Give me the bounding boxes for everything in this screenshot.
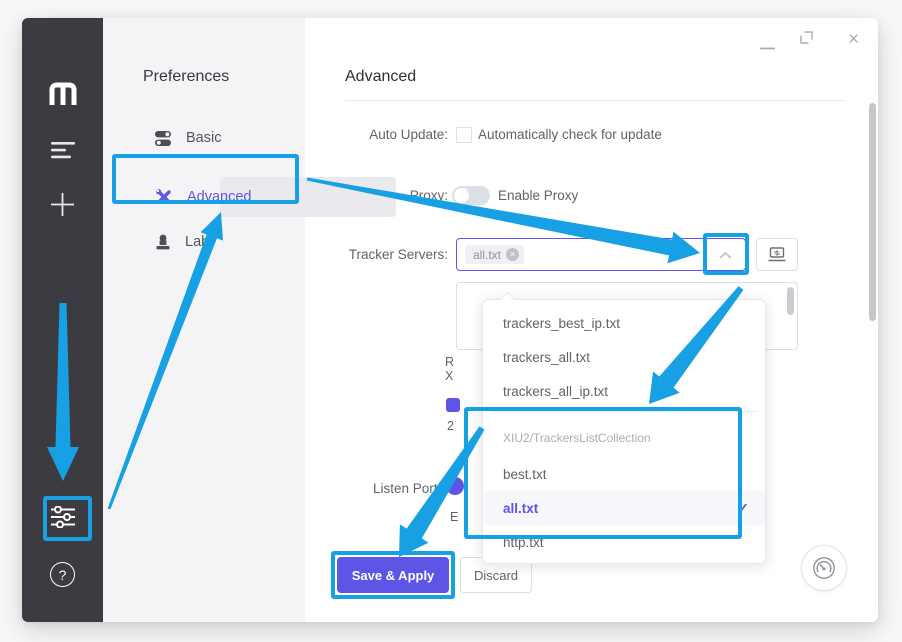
main-scrollbar[interactable] bbox=[869, 103, 876, 321]
proxy-toggle[interactable] bbox=[452, 186, 490, 205]
dropdown-option-selected[interactable]: all.txt ✓ bbox=[484, 491, 765, 525]
textarea-scrollbar[interactable] bbox=[787, 287, 794, 315]
hidden-checkbox-fragment bbox=[446, 398, 460, 412]
auto-update-label: Auto Update: bbox=[318, 127, 448, 142]
hidden-text-fragment: R bbox=[445, 355, 454, 369]
hidden-text-fragment: E bbox=[450, 510, 458, 524]
listen-ports-label: Listen Ports: bbox=[318, 481, 448, 496]
toggle-knob bbox=[454, 188, 469, 203]
task-list-icon[interactable] bbox=[22, 142, 103, 159]
auto-update-checkbox[interactable] bbox=[456, 127, 472, 143]
sidebar-item-lab[interactable]: Lab bbox=[155, 226, 315, 258]
wrench-icon bbox=[155, 188, 173, 206]
option-label: trackers_best_ip.txt bbox=[503, 316, 620, 331]
dropdown-option[interactable]: trackers_best_ip.txt bbox=[484, 306, 765, 340]
selected-tag: all.txt × bbox=[465, 245, 524, 264]
maximize-button[interactable] bbox=[800, 31, 813, 49]
tag-remove-icon[interactable]: × bbox=[506, 248, 519, 261]
option-label: trackers_all.txt bbox=[503, 350, 590, 365]
divider bbox=[345, 100, 845, 101]
dropdown-option[interactable]: trackers_all.txt bbox=[484, 340, 765, 374]
option-label: all.txt bbox=[503, 501, 538, 516]
preferences-panel: Preferences Basic Advanced bbox=[103, 18, 305, 622]
toggles-icon bbox=[155, 130, 172, 147]
add-task-icon[interactable] bbox=[22, 193, 103, 216]
check-icon: ✓ bbox=[737, 500, 749, 517]
help-icon[interactable]: ? bbox=[22, 562, 103, 587]
dropdown-group-label: XIU2/TrackersListCollection bbox=[503, 431, 651, 445]
sidebar-item-label: Advanced bbox=[187, 189, 252, 205]
tracker-servers-label: Tracker Servers: bbox=[318, 247, 448, 262]
dropdown-option[interactable]: http.txt bbox=[484, 525, 765, 559]
help-question-glyph: ? bbox=[50, 562, 75, 587]
chevron-up-icon[interactable] bbox=[719, 252, 732, 259]
preferences-title: Preferences bbox=[143, 68, 229, 86]
lab-stamp-icon bbox=[155, 234, 171, 251]
tracker-dropdown: trackers_best_ip.txt trackers_all.txt tr… bbox=[482, 299, 766, 564]
auto-update-text: Automatically check for update bbox=[478, 127, 662, 142]
close-button[interactable]: × bbox=[848, 29, 859, 51]
preferences-nav-icon[interactable] bbox=[22, 506, 103, 528]
hidden-toggle-fragment bbox=[446, 477, 464, 495]
option-label: best.txt bbox=[503, 467, 547, 482]
sidebar-item-label: Basic bbox=[186, 130, 221, 146]
speedometer-icon bbox=[811, 555, 837, 581]
proxy-text: Enable Proxy bbox=[498, 188, 578, 203]
sidebar-item-advanced[interactable]: Advanced bbox=[155, 181, 315, 213]
option-label: trackers_all_ip.txt bbox=[503, 384, 608, 399]
save-apply-button[interactable]: Save & Apply bbox=[337, 557, 449, 593]
option-label: http.txt bbox=[503, 535, 544, 550]
minimize-button[interactable] bbox=[760, 37, 775, 55]
motrix-logo-icon bbox=[22, 80, 103, 106]
sidebar-item-basic[interactable]: Basic bbox=[155, 122, 315, 154]
dropdown-option[interactable]: best.txt bbox=[484, 457, 765, 491]
app-window: ? Preferences Basic Advanced bbox=[22, 18, 878, 622]
tracker-servers-select[interactable]: all.txt × bbox=[456, 238, 746, 271]
sync-icon bbox=[768, 247, 786, 262]
dropdown-divider bbox=[493, 411, 756, 412]
app-rail: ? bbox=[22, 18, 103, 622]
hidden-text-fragment: X bbox=[445, 369, 453, 383]
speed-limit-button[interactable] bbox=[801, 545, 847, 591]
dropdown-option[interactable]: trackers_all_ip.txt bbox=[484, 374, 765, 408]
sync-trackers-button[interactable] bbox=[756, 238, 798, 271]
tag-label: all.txt bbox=[473, 248, 501, 262]
page-title: Advanced bbox=[345, 68, 416, 86]
sidebar-item-label: Lab bbox=[185, 234, 209, 250]
proxy-label: Proxy: bbox=[318, 188, 448, 203]
hidden-text-fragment: 2 bbox=[447, 419, 454, 433]
